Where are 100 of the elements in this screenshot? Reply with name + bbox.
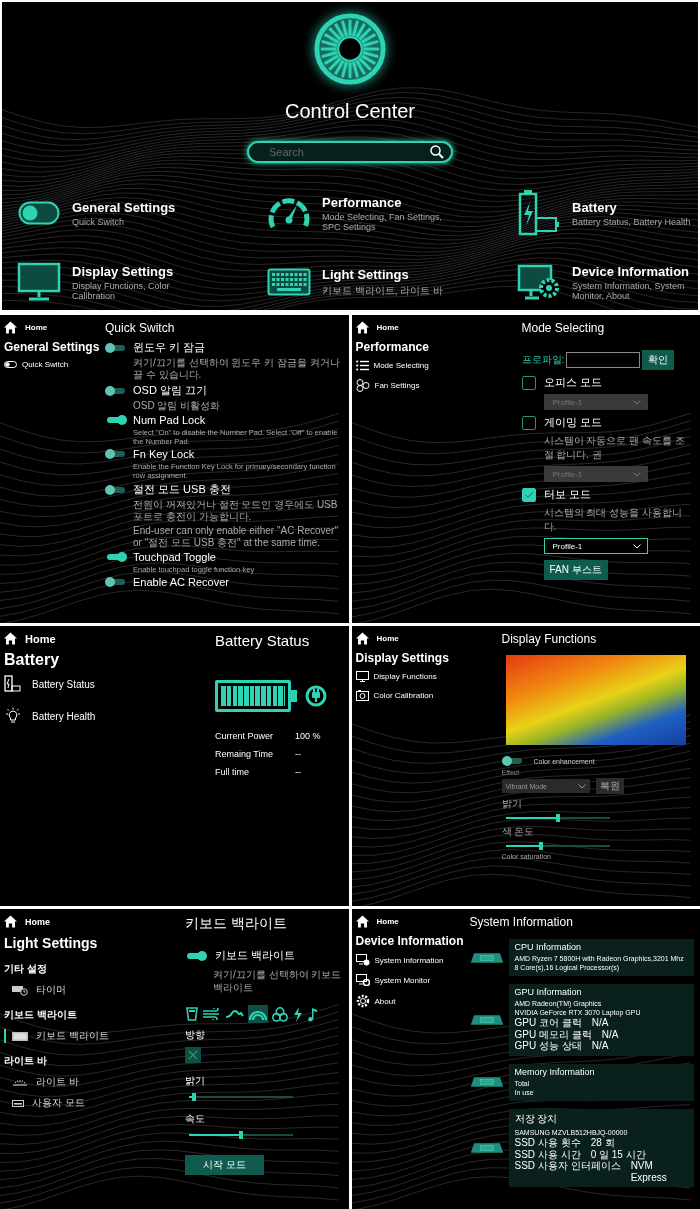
- start-mode-button[interactable]: 시작 모드: [185, 1155, 264, 1175]
- slider[interactable]: [189, 1093, 293, 1101]
- info-value: N/A: [601, 1028, 620, 1041]
- home-link[interactable]: Home: [4, 632, 211, 645]
- page-title: Device Information: [355, 934, 465, 948]
- slider-thumb[interactable]: [538, 842, 543, 850]
- fan-icon: [355, 379, 370, 392]
- category-link[interactable]: Display Settings Display Functions, Color Calibration: [16, 262, 266, 302]
- home-link[interactable]: Home: [4, 321, 101, 334]
- search-field[interactable]: Search: [247, 141, 453, 163]
- toggle-switch[interactable]: [105, 577, 127, 587]
- close-button[interactable]: [185, 1047, 201, 1063]
- slider[interactable]: [505, 814, 610, 822]
- info-label: GPU 코어 클럭: [514, 1017, 582, 1029]
- switch-label: OSD 알림 끄기: [133, 383, 207, 398]
- section-heading: 키보드 백라이트: [185, 915, 288, 933]
- effect-button[interactable]: [185, 1005, 199, 1023]
- toggle-switch[interactable]: [105, 342, 127, 353]
- battery-icon: [4, 675, 22, 693]
- slider-label: 속도: [185, 1112, 206, 1126]
- nav-item[interactable]: 키보드 백라이트: [4, 1029, 181, 1043]
- toggle-switch[interactable]: [185, 950, 207, 961]
- confirm-button[interactable]: 확인: [642, 350, 675, 370]
- category-link[interactable]: Performance Mode Selecting, Fan Settings, SPC Settings: [266, 190, 516, 236]
- category-link[interactable]: Light Settings 키보드 백라이트, 라이트 바: [266, 262, 516, 302]
- category-link[interactable]: General Settings Quick Switch: [16, 190, 266, 236]
- profile-input[interactable]: [566, 352, 641, 368]
- nav-item[interactable]: 타이머: [4, 983, 181, 997]
- nav-item[interactable]: Battery Status: [4, 675, 211, 693]
- toggle-switch[interactable]: [105, 484, 127, 495]
- chip-icon: [469, 1076, 504, 1089]
- lightning-icon: [293, 1006, 303, 1022]
- nav-item[interactable]: Battery Health: [4, 707, 211, 725]
- slider-thumb[interactable]: [192, 1093, 196, 1101]
- toggle-switch[interactable]: [105, 449, 127, 459]
- home-link[interactable]: Home: [355, 632, 498, 645]
- monitor-gear-icon: [355, 954, 370, 966]
- checkbox[interactable]: [521, 487, 536, 502]
- nav-item[interactable]: About: [355, 994, 466, 1008]
- nav-item[interactable]: Color Calibration: [355, 690, 498, 701]
- category-link[interactable]: Battery Battery Status, Battery Health: [516, 190, 692, 236]
- slider-thumb[interactable]: [239, 1131, 243, 1139]
- effect-button[interactable]: [202, 1005, 222, 1023]
- nav-item[interactable]: Mode Selecting: [355, 360, 518, 371]
- nav-item[interactable]: Quick Switch: [4, 360, 101, 369]
- category-title: General Settings: [72, 199, 176, 215]
- page-title: Battery: [4, 651, 61, 669]
- info-value: 100 %: [295, 731, 322, 741]
- toggle-switch[interactable]: [105, 415, 127, 425]
- nav-item[interactable]: System Information: [355, 954, 466, 966]
- category-subtitle: Mode Selecting, Fan Settings, SPC Settings: [322, 211, 444, 232]
- home-link[interactable]: Home: [4, 915, 181, 928]
- slider-thumb[interactable]: [555, 814, 560, 822]
- category-subtitle: System Information, System Monitor, About: [572, 280, 686, 301]
- monitor-icon: [355, 671, 369, 682]
- plug-icon: [305, 685, 327, 707]
- info-label: Remaing Time: [215, 749, 275, 759]
- page-title: Performance: [355, 340, 430, 354]
- info-value: --: [295, 749, 302, 759]
- toggle-switch[interactable]: [105, 552, 127, 562]
- switch-label: Fn Key Lock: [133, 448, 195, 460]
- nav-item[interactable]: 사용자 모드: [4, 1096, 181, 1110]
- nav-item[interactable]: Fan Settings: [355, 379, 518, 392]
- slider-label: 밝기: [501, 797, 523, 811]
- monitor-icon: [17, 262, 61, 302]
- battery-icon: [517, 190, 561, 236]
- toggle-switch[interactable]: [501, 756, 524, 766]
- effect-button[interactable]: [271, 1005, 289, 1023]
- toggle-icon: [4, 361, 17, 368]
- info-value: 28 회: [590, 1137, 616, 1149]
- keyboard-icon: [267, 268, 311, 296]
- circles-icon: [272, 1006, 288, 1022]
- caret-icon: [632, 471, 641, 477]
- nav-item[interactable]: System Monitor: [355, 974, 466, 986]
- music-note-icon: [308, 1006, 318, 1022]
- nav-item[interactable]: 라이트 바: [4, 1075, 181, 1089]
- effect-button[interactable]: [292, 1005, 304, 1023]
- section-heading: Quick Switch: [105, 321, 176, 335]
- switch-description: 전원이 꺼져있거나 절전 모드인 경우에도 USB 포트로 충전이 가능합니다.: [132, 499, 339, 523]
- cup-icon: [186, 1007, 198, 1021]
- category-subtitle: Display Functions, Color Calibration: [72, 280, 171, 301]
- switch-label: Touchpad Toggle: [133, 551, 216, 563]
- list-icon: [355, 360, 369, 371]
- nav-item[interactable]: Display Functions: [355, 671, 498, 682]
- search-icon: [430, 145, 444, 159]
- info-label: GPU 메모리 클럭: [514, 1028, 592, 1041]
- toggle-switch[interactable]: [105, 385, 127, 396]
- home-icon: [355, 915, 369, 928]
- profile-dropdown[interactable]: Profile-1: [543, 538, 648, 554]
- info-value: N/A: [591, 1017, 610, 1029]
- category-link[interactable]: Device Information System Information, System Monitor, About: [516, 262, 692, 302]
- effect-button[interactable]: [307, 1005, 319, 1023]
- section-heading: Battery Status: [215, 632, 311, 649]
- home-link[interactable]: Home: [355, 915, 466, 928]
- slider[interactable]: [189, 1131, 293, 1139]
- effect-button[interactable]: [248, 1005, 268, 1023]
- home-link[interactable]: Home: [355, 321, 518, 334]
- fan-boost-button[interactable]: FAN 부스트: [543, 560, 608, 580]
- slider[interactable]: [505, 842, 610, 850]
- logo-icon: [311, 10, 389, 88]
